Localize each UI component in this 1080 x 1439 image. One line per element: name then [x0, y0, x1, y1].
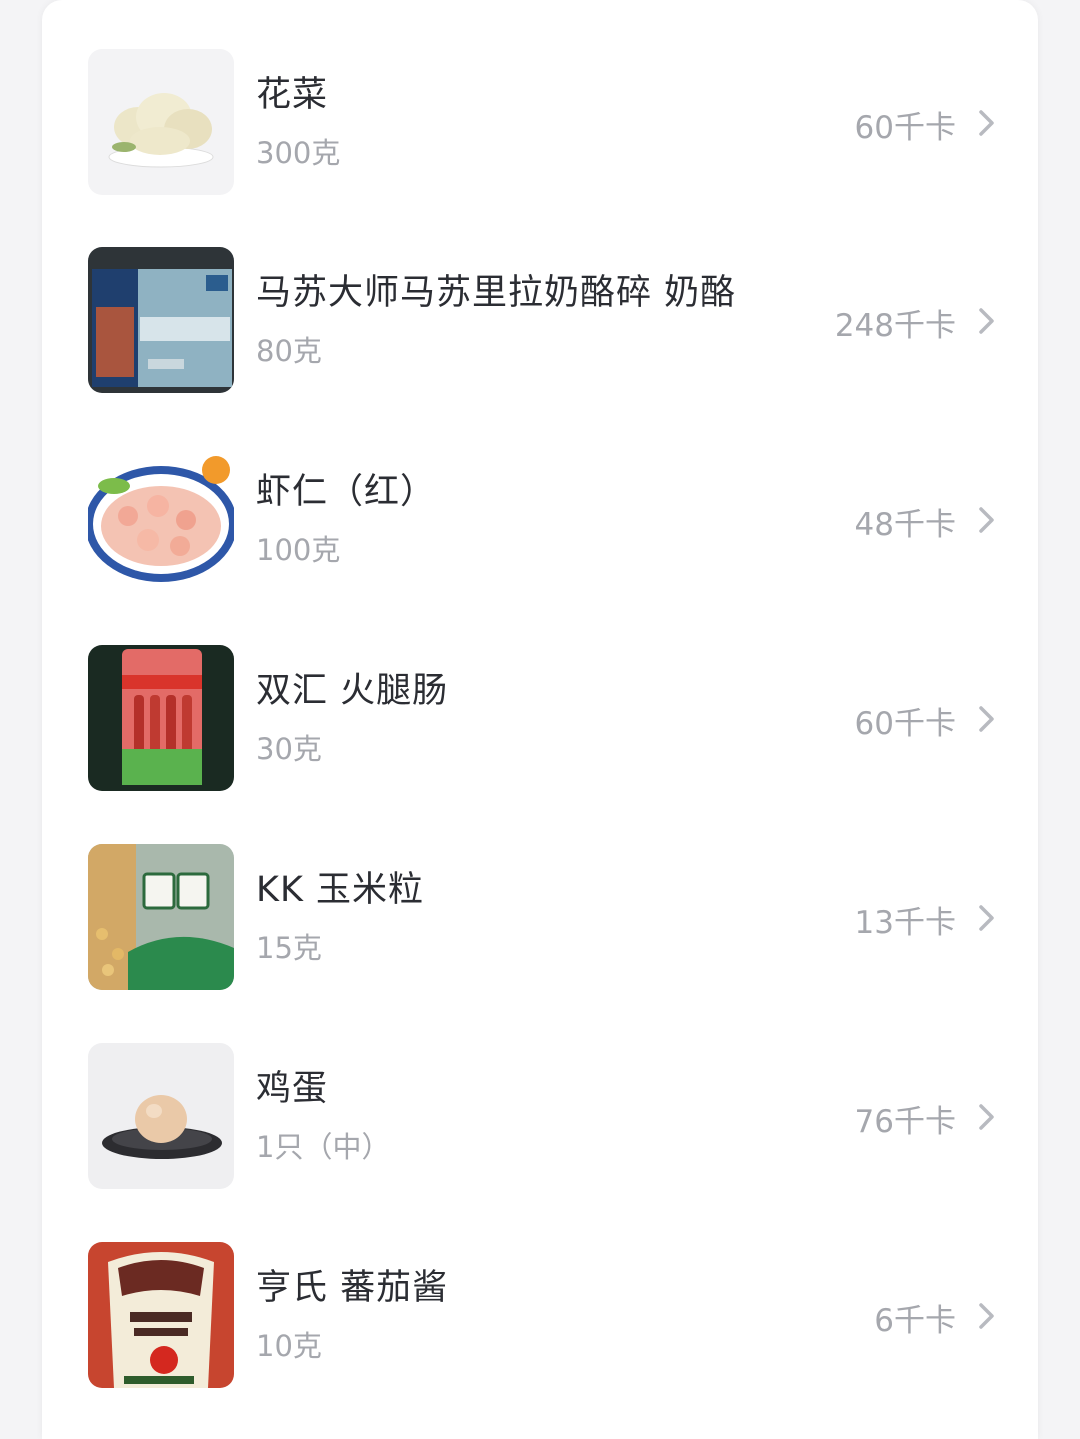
food-calories: 13千卡 — [854, 905, 956, 941]
food-thumbnail-mozzarella — [88, 247, 234, 393]
chevron-right-icon — [979, 1303, 994, 1329]
food-amount: 30克 — [256, 732, 322, 766]
food-amount: 80克 — [256, 334, 322, 368]
food-thumbnail-ketchup — [88, 1242, 234, 1388]
food-name: 亨氏 蕃茄酱 — [256, 1268, 449, 1308]
food-item-cauliflower[interactable]: 花菜 300克 60千卡 — [42, 0, 1038, 198]
chevron-right-icon — [979, 1104, 994, 1130]
food-calories: 60千卡 — [854, 706, 956, 742]
food-amount: 15克 — [256, 931, 322, 965]
food-name: 马苏大师马苏里拉奶酪碎 奶酪 — [256, 273, 737, 313]
food-name: 虾仁（红） — [256, 472, 437, 512]
food-item-ham-sausage[interactable]: 双汇 火腿肠 30克 60千卡 — [42, 596, 1038, 794]
food-item-corn[interactable]: KK 玉米粒 15克 13千卡 — [42, 795, 1038, 993]
food-calories: 60千卡 — [854, 110, 956, 146]
food-thumbnail-ham-sausage — [88, 645, 234, 791]
food-item-shrimp[interactable]: 虾仁（红） 100克 48千卡 — [42, 397, 1038, 595]
food-item-mozzarella[interactable]: 马苏大师马苏里拉奶酪碎 奶酪 80克 248千卡 — [42, 198, 1038, 396]
food-name: 鸡蛋 — [256, 1069, 329, 1109]
food-name: 花菜 — [256, 75, 329, 115]
food-amount: 100克 — [256, 533, 341, 567]
chevron-right-icon — [979, 507, 994, 533]
food-name: KK 玉米粒 — [256, 870, 425, 910]
food-thumbnail-shrimp — [88, 446, 234, 592]
food-calories: 6千卡 — [874, 1303, 956, 1339]
food-list-card: 花菜 300克 60千卡 马苏大师马苏里拉奶酪碎 奶酪 80克 248千卡 虾仁… — [42, 0, 1038, 1439]
food-name: 双汇 火腿肠 — [256, 671, 449, 711]
food-calories: 76千卡 — [854, 1104, 956, 1140]
food-thumbnail-egg — [88, 1043, 234, 1189]
food-calories: 48千卡 — [854, 507, 956, 543]
food-amount: 10克 — [256, 1329, 322, 1363]
food-amount: 1只（中） — [256, 1130, 391, 1164]
food-amount: 300克 — [256, 136, 341, 170]
food-calories: 248千卡 — [834, 308, 956, 344]
food-thumbnail-corn — [88, 844, 234, 990]
food-item-egg[interactable]: 鸡蛋 1只（中） 76千卡 — [42, 994, 1038, 1192]
chevron-right-icon — [979, 308, 994, 334]
chevron-right-icon — [979, 110, 994, 136]
food-item-ketchup[interactable]: 亨氏 蕃茄酱 10克 6千卡 — [42, 1193, 1038, 1391]
chevron-right-icon — [979, 905, 994, 931]
chevron-right-icon — [979, 706, 994, 732]
food-thumbnail-cauliflower — [88, 49, 234, 195]
